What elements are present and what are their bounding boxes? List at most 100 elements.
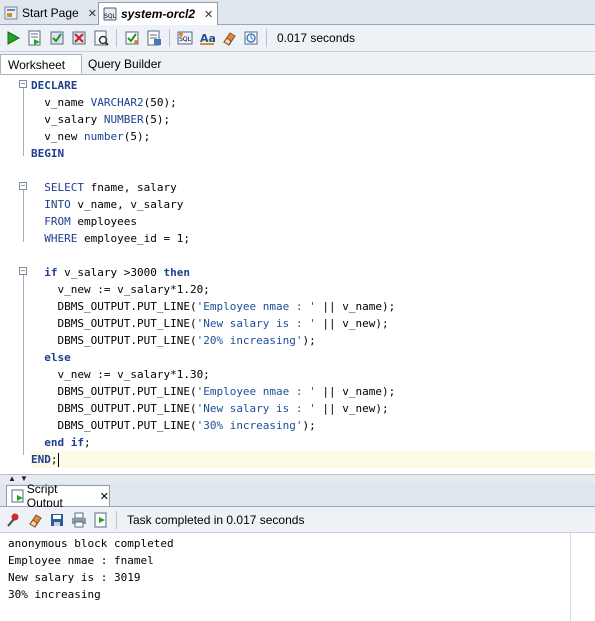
code-line[interactable]: end if; [31,434,595,451]
tab-query-builder[interactable]: Query Builder [81,54,168,74]
script-output-icon [94,512,107,527]
fold-toggle[interactable]: − [19,80,27,88]
code-token: DBMS_OUTPUT.PUT_LINE( [31,300,197,313]
keyword-token: then [163,266,190,279]
pin-icon [7,513,19,527]
open-output-button[interactable] [92,511,110,529]
tab-worksheet[interactable]: Worksheet [0,54,82,74]
output-line: New salary is : 3019 [8,571,141,584]
format-icon: Aa [200,32,215,45]
code-line[interactable] [31,247,595,264]
output-line: Employee nmae : fnamel [8,554,154,567]
save-icon [51,513,63,526]
print-output-button[interactable] [70,511,88,529]
string-token: 'New salary is : ' [196,317,316,330]
keyword-token: else [44,351,71,364]
sql-history-button[interactable]: SQL [176,29,194,47]
code-token: v_salary >3000 [57,266,164,279]
output-line: anonymous block completed [8,537,174,550]
execution-time: 0.017 seconds [277,31,356,45]
code-token: (5); [123,130,151,143]
worksheet-tab-bar: Worksheet Query Builder [0,52,595,75]
format-button[interactable]: Aa [198,29,216,47]
toolbar-separator [116,29,117,47]
code-line[interactable]: v_new number(5); [31,128,595,145]
code-line[interactable]: DECLARE [31,77,595,94]
tab-start-page-label: Start Page [22,6,79,20]
clear-output-button[interactable] [26,511,44,529]
tab-script-output-label: Script Output [26,482,63,510]
collapse-up-icon[interactable]: ▲ [8,474,16,483]
code-line[interactable]: DBMS_OUTPUT.PUT_LINE('30% increasing'); [31,417,595,434]
close-icon[interactable]: ✕ [88,7,97,20]
code-token: DBMS_OUTPUT.PUT_LINE( [31,334,197,347]
editor-gutter: − − − [0,75,30,474]
code-line[interactable]: DBMS_OUTPUT.PUT_LINE('New salary is : ' … [31,315,595,332]
output-line: 30% increasing [8,588,101,601]
clear-button[interactable] [220,29,238,47]
rollback-button[interactable] [70,29,88,47]
explain-plan-icon [94,30,109,46]
freeze-output-button[interactable] [4,511,22,529]
script-output-area[interactable]: anonymous block completed Employee nmae … [0,533,570,621]
explain-plan-button[interactable] [92,29,110,47]
keyword-token: if [44,266,58,279]
code-line[interactable]: DBMS_OUTPUT.PUT_LINE('New salary is : ' … [31,400,595,417]
code-line[interactable]: FROM employees [31,213,595,230]
run-script-button[interactable] [26,29,44,47]
tab-start-page[interactable]: Start Page ✕ [0,2,97,24]
code-token: v_new [31,130,84,143]
code-token: v_name [31,96,91,109]
code-line[interactable]: BEGIN [31,145,595,162]
close-icon[interactable]: ✕ [204,8,213,21]
close-icon[interactable]: ✕ [100,490,109,503]
keyword-token: WHERE [44,232,78,245]
keyword-token: number [83,130,124,143]
tab-script-output[interactable]: Script Output ✕ [6,482,110,510]
unshared-worksheet-button[interactable] [242,29,260,47]
code-line[interactable]: DBMS_OUTPUT.PUT_LINE('Employee nmae : ' … [31,383,595,400]
code-line[interactable]: SELECT fname, salary [31,179,595,196]
keyword-token: FROM [44,215,71,228]
svg-text:SQL: SQL [104,13,117,20]
fold-toggle[interactable]: − [19,267,27,275]
fold-toggle[interactable]: − [19,182,27,190]
sql-tuning-button[interactable] [145,29,163,47]
code-line[interactable]: INTO v_name, v_salary [31,196,595,213]
sql-editor[interactable]: − − − DECLARE v_name VARCHAR2(50); v_sal… [0,75,595,474]
autotrace-button[interactable] [123,29,141,47]
code-token: || v_new); [315,402,389,415]
code-line[interactable]: DBMS_OUTPUT.PUT_LINE('Employee nmae : ' … [31,298,595,315]
task-status: Task completed in 0.017 seconds [127,512,305,527]
code-line[interactable]: DBMS_OUTPUT.PUT_LINE('20% increasing'); [31,332,595,349]
code-line[interactable]: WHERE employee_id = 1; [31,230,595,247]
code-line[interactable]: v_new := v_salary*1.20; [31,281,595,298]
commit-button[interactable] [48,29,66,47]
code-token: fname, salary [84,181,177,194]
string-token: 'Employee nmae : ' [196,385,316,398]
code-token: ; [50,453,58,466]
run-statement-button[interactable] [4,29,22,47]
code-line[interactable]: v_salary NUMBER(5); [31,111,595,128]
fold-guide [23,275,24,455]
run-icon [7,31,21,45]
code-line[interactable]: v_new := v_salary*1.30; [31,366,595,383]
code-line[interactable] [31,162,595,179]
code-token: DBMS_OUTPUT.PUT_LINE( [31,385,197,398]
output-scrollbar[interactable] [570,533,595,621]
code-token: v_name, v_salary [70,198,184,211]
code-line[interactable]: if v_salary >3000 then [31,264,595,281]
rollback-icon [72,31,86,45]
save-output-button[interactable] [48,511,66,529]
tab-system-orcl2[interactable]: SQL system-orcl2 ✕ [98,2,218,25]
code-line[interactable]: else [31,349,595,366]
run-script-icon [28,30,41,46]
code-token: DBMS_OUTPUT.PUT_LINE( [31,419,197,432]
code-line[interactable]: END; [31,451,595,468]
autotrace-icon [125,31,139,45]
code-line[interactable]: v_name VARCHAR2(50); [31,94,595,111]
